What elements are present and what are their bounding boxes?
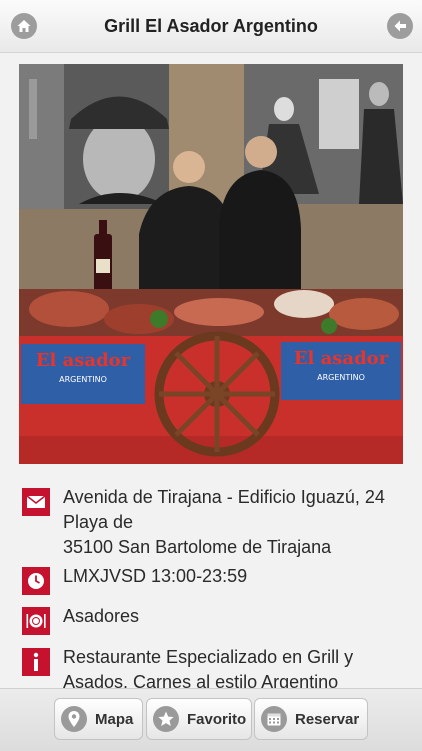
banner-right-subtitle: ARGENTINO [317, 373, 365, 382]
banner-left-title: El asador [36, 350, 131, 371]
description-line-2: Asados. Carnes al estilo Argentino [63, 672, 339, 688]
info-icon [22, 648, 50, 676]
address-line-1: Avenida de Tirajana - Edificio Iguazú, 2… [63, 487, 385, 507]
page-title: Grill El Asador Argentino [104, 16, 318, 36]
calendar-icon [261, 706, 287, 732]
envelope-icon [22, 488, 50, 516]
back-button[interactable] [387, 13, 413, 39]
bottom-toolbar: Mapa Favorito Reservar [0, 688, 422, 751]
restaurant-photo: El asador ARGENTINO El asador ARGENTINO [19, 64, 403, 464]
wagon-wheel [154, 331, 280, 457]
map-pin-icon [61, 706, 87, 732]
address-line-3: 35100 San Bartolome de Tirajana [63, 537, 332, 557]
back-arrow-icon [394, 20, 406, 32]
star-icon [153, 706, 179, 732]
description-line-1: Restaurante Especializado en Grill y [63, 647, 354, 667]
address-line-2: Playa de [63, 512, 134, 532]
map-button-label: Mapa [95, 710, 134, 728]
description-text: Restaurante Especializado en Grill y Asa… [63, 645, 408, 688]
map-button[interactable]: Mapa [54, 698, 143, 740]
clock-icon [22, 567, 50, 595]
category-text: Asadores [63, 606, 140, 626]
hours-text: LMXJVSD 13:00-23:59 [63, 566, 248, 586]
banner-left-subtitle: ARGENTINO [59, 375, 107, 384]
banner-right-title: El asador [294, 348, 389, 369]
favorite-button-label: Favorito [187, 710, 247, 728]
restaurant-info: Avenida de Tirajana - Edificio Iguazú, 2… [0, 480, 422, 688]
plate-cutlery-icon [22, 607, 50, 635]
home-icon [17, 20, 31, 32]
favorite-button[interactable]: Favorito [146, 698, 252, 740]
address-text: Avenida de Tirajana - Edificio Iguazú, 2… [63, 485, 408, 560]
top-bar: Grill El Asador Argentino [0, 0, 422, 53]
reserve-button[interactable]: Reservar [254, 698, 368, 740]
home-button[interactable] [11, 13, 37, 39]
reserve-button-label: Reservar [295, 710, 360, 728]
